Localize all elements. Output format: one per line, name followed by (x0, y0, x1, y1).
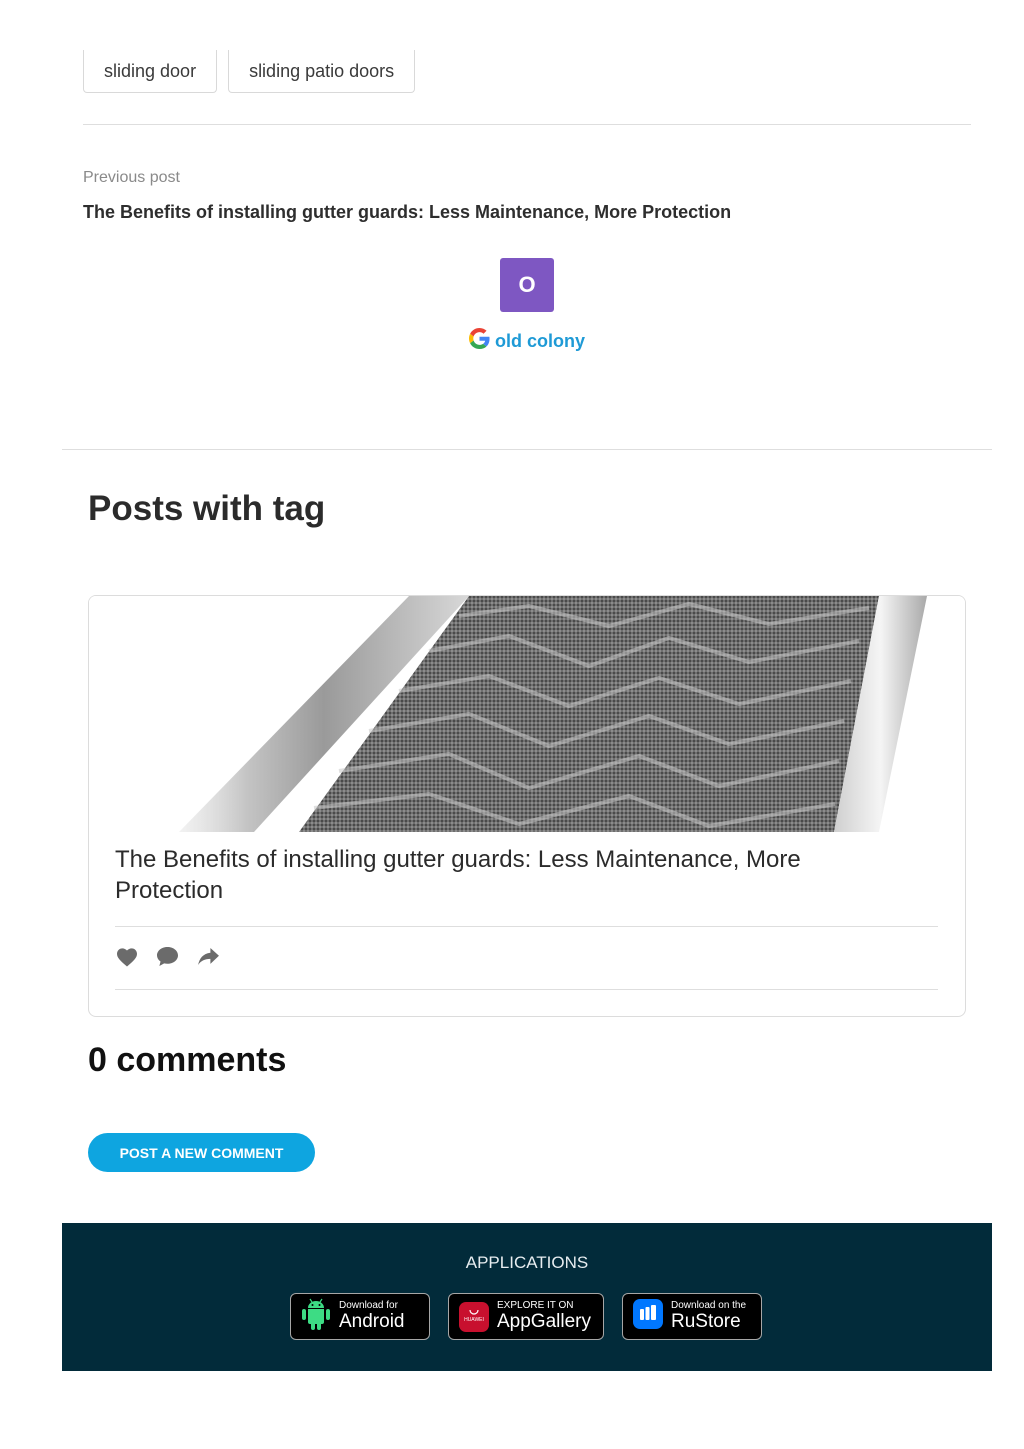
store-name: Android (339, 1311, 405, 1332)
divider (83, 124, 971, 125)
avatar[interactable]: O (500, 258, 554, 312)
post-actions (115, 945, 220, 968)
post-image[interactable] (89, 596, 965, 832)
divider (115, 926, 938, 927)
tag-sliding-door[interactable]: sliding door (83, 50, 218, 93)
store-small-text: Download for (339, 1300, 398, 1311)
android-store-button[interactable]: Download for Android (290, 1293, 430, 1340)
post-card: The Benefits of installing gutter guards… (88, 595, 966, 1017)
footer: APPLICATIONS Download for Android HUAWEI… (62, 1223, 992, 1371)
previous-post-label: Previous post (83, 169, 180, 186)
rustore-icon (633, 1299, 663, 1334)
heart-icon[interactable] (115, 945, 138, 968)
store-name: RuStore (671, 1311, 741, 1332)
comment-icon[interactable] (156, 945, 179, 968)
tag-list: sliding door sliding patio doors (83, 50, 416, 93)
divider (115, 989, 938, 990)
section-heading: Posts with tag (88, 489, 326, 528)
store-name: AppGallery (497, 1311, 591, 1332)
huawei-icon: HUAWEI (459, 1301, 489, 1332)
rustore-store-button[interactable]: Download on the RuStore (622, 1293, 762, 1340)
applications-heading: APPLICATIONS (465, 1253, 589, 1272)
share-icon[interactable] (197, 945, 220, 968)
store-small-text: Download on the (671, 1300, 747, 1311)
previous-post-link[interactable]: The Benefits of installing gutter guards… (83, 202, 731, 223)
author-link[interactable]: old colony (469, 328, 585, 354)
tag-sliding-patio-doors[interactable]: sliding patio doors (228, 50, 416, 93)
store-badges: Download for Android HUAWEI EXPLORE IT O… (290, 1293, 762, 1340)
post-card-title[interactable]: The Benefits of installing gutter guards… (115, 844, 915, 906)
post-comment-button[interactable]: POST A NEW COMMENT (88, 1133, 315, 1172)
comments-heading: 0 comments (88, 1041, 287, 1079)
appgallery-store-button[interactable]: HUAWEI EXPLORE IT ON AppGallery (448, 1293, 604, 1340)
huawei-badge-text: HUAWEI (464, 1317, 484, 1323)
android-icon (301, 1298, 331, 1335)
section-divider (62, 449, 992, 450)
google-icon (469, 328, 490, 354)
author-name: old colony (495, 330, 585, 351)
store-small-text: EXPLORE IT ON (497, 1300, 574, 1311)
